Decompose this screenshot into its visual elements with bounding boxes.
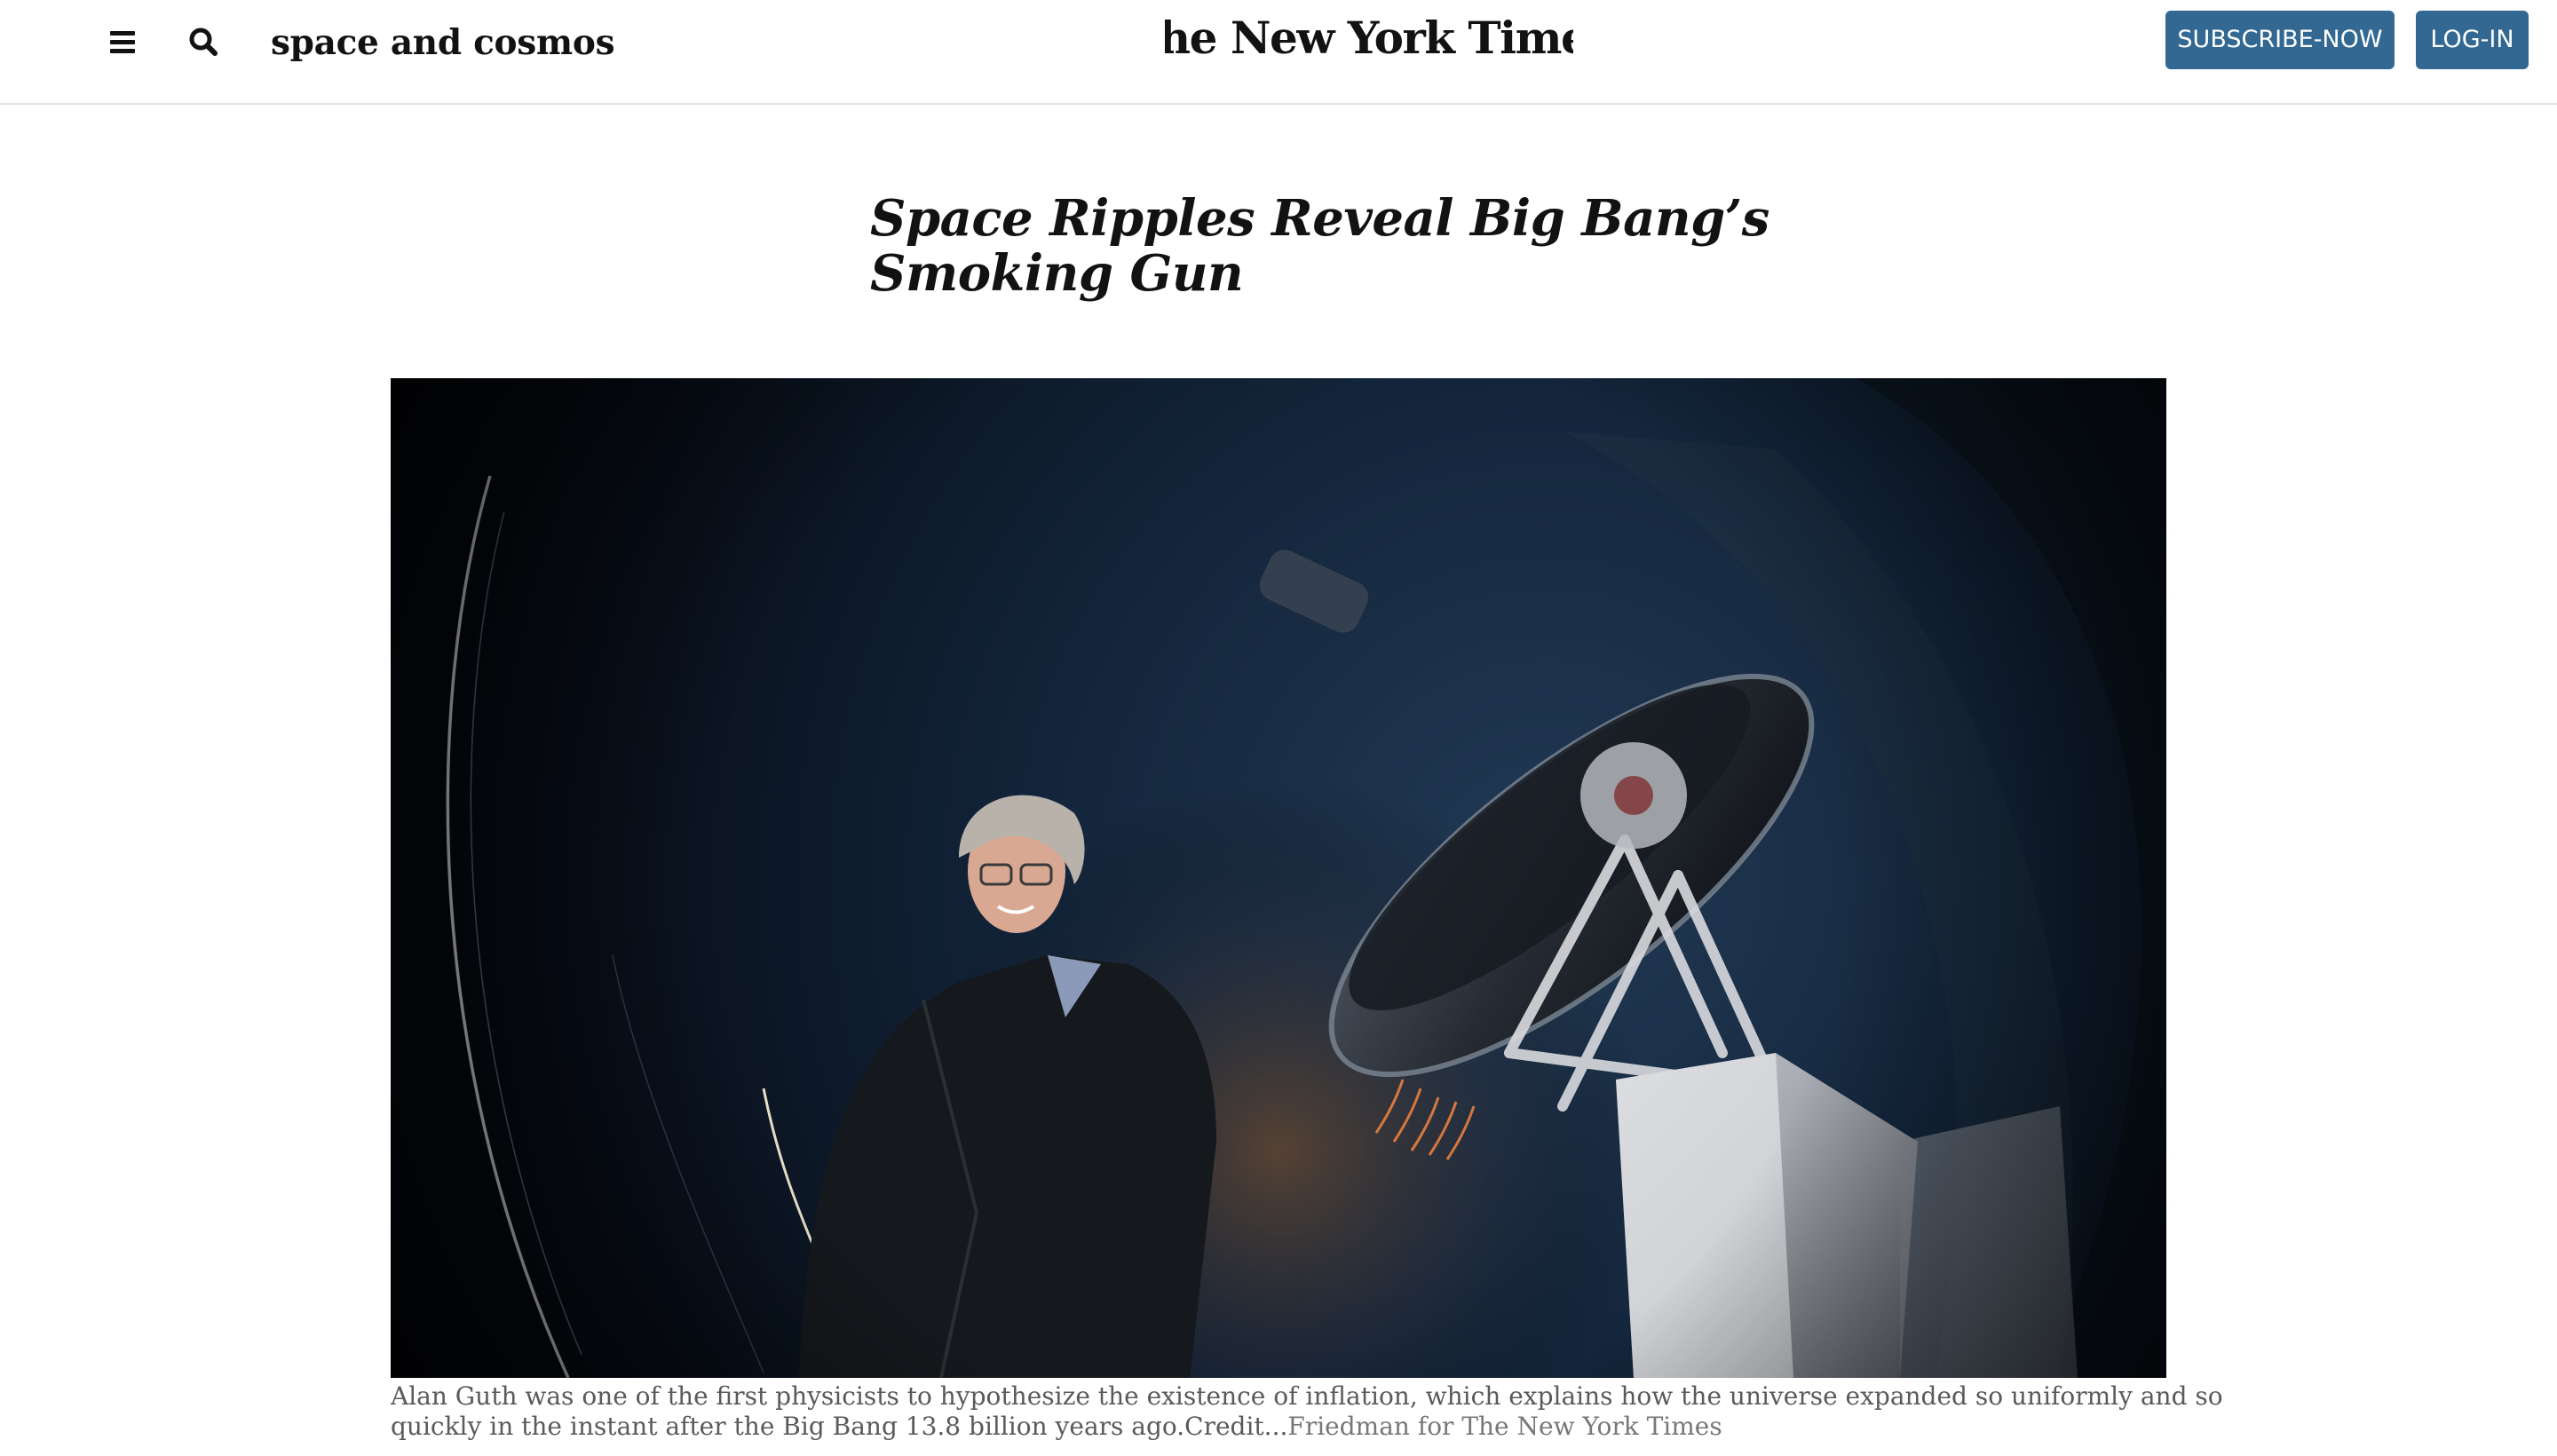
credit-label: Credit... <box>1184 1412 1288 1441</box>
photo-caption: Alan Guth was one of the first physicist… <box>391 1381 2223 1442</box>
login-button[interactable]: LOG-IN <box>2416 11 2529 69</box>
menu-icon-bar <box>110 31 135 36</box>
menu-icon-bar <box>110 49 135 53</box>
caption-text: quickly in the instant after the Big Ban… <box>391 1412 1185 1441</box>
article-photo-image <box>391 378 2166 1378</box>
subscribe-button[interactable]: SUBSCRIBE-NOW <box>2165 11 2395 69</box>
menu-icon-bar <box>110 40 135 44</box>
headline-line-1: Space Ripples Reveal Big Bang’s <box>870 189 1769 248</box>
nyt-logo-wordmark: The New York Times <box>1165 12 1573 64</box>
section-title[interactable]: space and cosmos <box>271 18 615 67</box>
nyt-logo-text: The New York Times <box>1165 12 1573 64</box>
caption-line-2: quickly in the instant after the Big Ban… <box>391 1412 2157 1442</box>
search-icon[interactable] <box>185 23 224 62</box>
nyt-logo[interactable]: The New York Times <box>1165 4 1573 75</box>
site-header: space and cosmos The New York Times SUBS… <box>0 0 2557 105</box>
headline-line-2: Smoking Gun <box>870 244 1244 303</box>
search-icon-glyph <box>189 28 218 56</box>
credit-name[interactable]: Friedman for The New York Times <box>1287 1412 1722 1441</box>
menu-icon[interactable] <box>105 25 144 60</box>
caption-line-1: Alan Guth was one of the first physicist… <box>391 1381 2223 1411</box>
article-headline: Space Ripples Reveal Big Bang’s Smoking … <box>870 191 1811 301</box>
article-photo[interactable] <box>391 378 2166 1378</box>
